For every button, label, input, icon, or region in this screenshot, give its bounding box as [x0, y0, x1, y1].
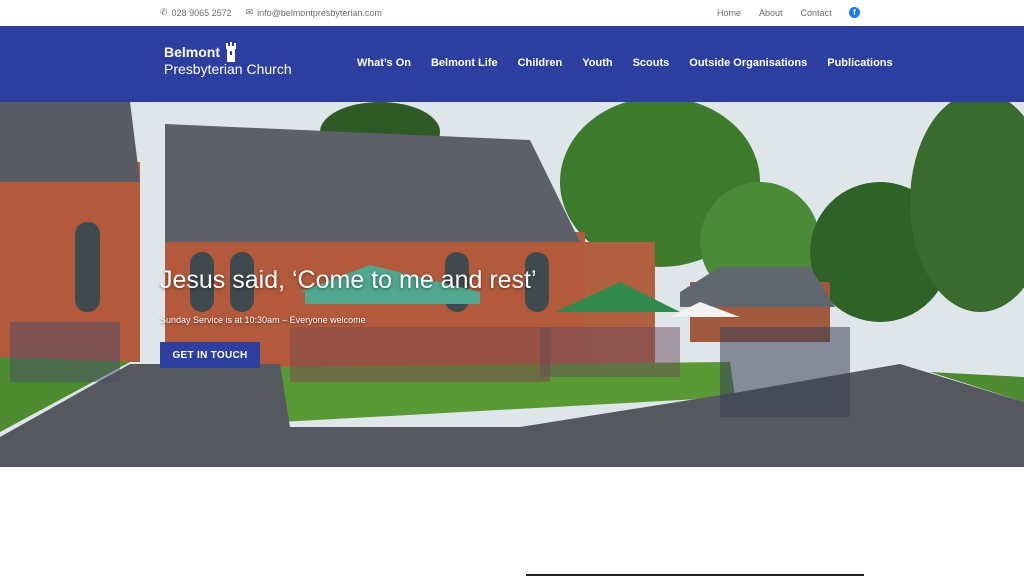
logo-text-line1: Belmont [164, 44, 220, 60]
nav-scouts[interactable]: Scouts [633, 57, 670, 69]
top-link-about[interactable]: About [759, 8, 783, 18]
envelope-icon: ✉ [245, 7, 254, 17]
main-nav: What’s On Belmont Life Children Youth Sc… [357, 57, 913, 69]
facebook-icon[interactable]: f [849, 7, 860, 18]
top-links: Home About Contact [717, 8, 850, 18]
main-header: Belmont Presbyterian Church What’s On Be… [0, 26, 1024, 102]
site-logo[interactable]: Belmont Presbyterian Church [164, 42, 292, 77]
nav-outside-organisations[interactable]: Outside Organisations [689, 57, 807, 69]
nav-belmont-life[interactable]: Belmont Life [431, 57, 498, 69]
phone-contact[interactable]: ✆ 028 9065 2572 [160, 7, 232, 18]
email-contact[interactable]: ✉ info@belmontpresbyterian.com [246, 7, 382, 18]
email-address: info@belmontpresbyterian.com [257, 7, 382, 18]
top-link-home[interactable]: Home [717, 8, 741, 18]
church-tower-icon [226, 42, 236, 62]
phone-number: 028 9065 2572 [171, 7, 232, 18]
nav-youth[interactable]: Youth [582, 57, 612, 69]
logo-text-line2: Presbyterian Church [164, 61, 292, 77]
nav-whats-on[interactable]: What’s On [357, 57, 411, 69]
hero-title: Jesus said, ‘Come to me and rest’ [160, 266, 537, 294]
nav-publications[interactable]: Publications [827, 57, 892, 69]
get-in-touch-button[interactable]: GET IN TOUCH [160, 342, 260, 368]
top-link-contact[interactable]: Contact [801, 8, 832, 18]
hero-banner: Jesus said, ‘Come to me and rest’ Sunday… [0, 102, 1024, 467]
top-bar: ✆ 028 9065 2572 ✉ info@belmontpresbyteri… [0, 0, 1024, 26]
contact-info: ✆ 028 9065 2572 ✉ info@belmontpresbyteri… [160, 7, 382, 18]
nav-children[interactable]: Children [518, 57, 563, 69]
phone-icon: ✆ [160, 7, 168, 17]
hero-subtitle: Sunday Service is at 10:30am – Everyone … [160, 315, 366, 325]
